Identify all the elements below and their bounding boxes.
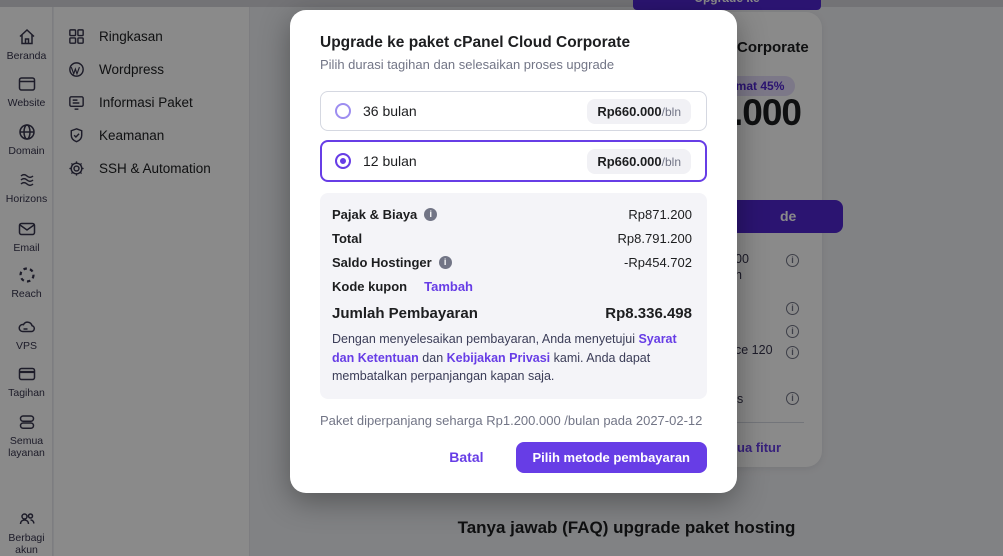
add-coupon-link[interactable]: Tambah — [424, 279, 473, 294]
disclaimer-text: dan — [419, 351, 447, 365]
renewal-note: Paket diperpanjang seharga Rp1.200.000 /… — [320, 413, 707, 428]
hostinger-hpanel: Beranda Website Domain Horizons Email Re… — [0, 0, 1003, 556]
summary-row-total: Total Rp8.791.200 — [332, 231, 692, 246]
upgrade-modal: Upgrade ke paket cPanel Cloud Corporate … — [290, 10, 737, 493]
modal-title: Upgrade ke paket cPanel Cloud Corporate — [320, 34, 707, 52]
privacy-link[interactable]: Kebijakan Privasi — [447, 351, 551, 365]
summary-value: Rp871.200 — [628, 207, 692, 222]
modal-subtitle: Pilih durasi tagihan dan selesaikan pros… — [320, 57, 707, 72]
summary-row-kupon: Kode kupon Tambah — [332, 279, 692, 294]
price-unit: /bln — [662, 105, 681, 119]
payment-summary: Pajak & Biaya i Rp871.200 Total Rp8.791.2… — [320, 193, 707, 399]
price-unit: /bln — [662, 155, 681, 169]
billing-option-label: 12 bulan — [363, 153, 417, 169]
price-amount: Rp660.000 — [597, 104, 661, 119]
price-pill: Rp660.000/bln — [587, 149, 691, 174]
disclaimer-text: Dengan menyelesaikan pembayaran, Anda me… — [332, 332, 638, 346]
summary-label: Total — [332, 231, 362, 246]
summary-value: Rp8.791.200 — [618, 231, 692, 246]
total-label: Jumlah Pembayaran — [332, 305, 478, 322]
cancel-button[interactable]: Batal — [449, 449, 483, 465]
summary-row-saldo: Saldo Hostinger i -Rp454.702 — [332, 255, 692, 270]
info-icon[interactable]: i — [439, 256, 452, 269]
summary-label: Kode kupon — [332, 279, 407, 294]
summary-value: -Rp454.702 — [624, 255, 692, 270]
price-pill: Rp660.000/bln — [587, 99, 691, 124]
price-amount: Rp660.000 — [597, 154, 661, 169]
terms-disclaimer: Dengan menyelesaikan pembayaran, Anda me… — [332, 330, 692, 386]
summary-label: Saldo Hostinger — [332, 255, 432, 270]
billing-option-36-bulan[interactable]: 36 bulan Rp660.000/bln — [320, 91, 707, 131]
info-icon[interactable]: i — [424, 208, 437, 221]
modal-footer: Batal Pilih metode pembayaran — [320, 442, 707, 473]
total-value: Rp8.336.498 — [605, 305, 692, 322]
summary-row-jumlah-pembayaran: Jumlah Pembayaran Rp8.336.498 — [332, 305, 692, 322]
radio-unselected-icon[interactable] — [335, 103, 351, 119]
summary-row-pajak: Pajak & Biaya i Rp871.200 — [332, 207, 692, 222]
choose-payment-method-button[interactable]: Pilih metode pembayaran — [516, 442, 708, 473]
summary-label: Pajak & Biaya — [332, 207, 417, 222]
billing-option-12-bulan[interactable]: 12 bulan Rp660.000/bln — [320, 140, 707, 182]
billing-option-label: 36 bulan — [363, 103, 417, 119]
radio-selected-icon[interactable] — [335, 153, 351, 169]
